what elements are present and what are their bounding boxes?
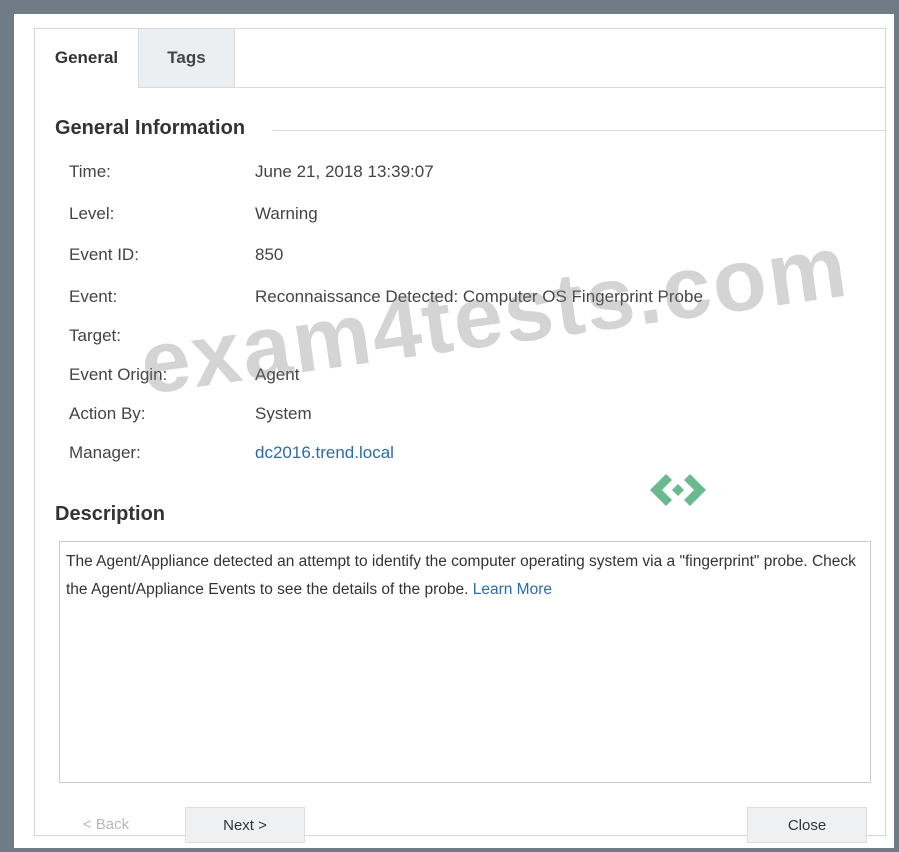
- description-heading: Description: [55, 503, 166, 525]
- tab-general[interactable]: General: [35, 29, 139, 88]
- time-label: Time:: [69, 162, 111, 181]
- event-origin-value: Agent: [255, 365, 300, 384]
- event-id-value: 850: [255, 245, 284, 264]
- tab-bar: General Tags: [35, 29, 885, 88]
- action-by-value: System: [255, 404, 312, 423]
- event-details-dialog: General Tags General Information Time: J…: [34, 28, 886, 843]
- event-origin-label: Event Origin:: [69, 365, 168, 384]
- event-label: Event:: [69, 287, 118, 306]
- general-information-heading: General Information: [55, 117, 246, 139]
- manager-label: Manager:: [69, 443, 141, 462]
- manager-link[interactable]: dc2016.trend.local: [255, 443, 394, 463]
- level-value: Warning: [255, 204, 318, 223]
- event-id-label: Event ID:: [69, 245, 139, 264]
- back-button[interactable]: < Back: [71, 807, 141, 843]
- description-box: The Agent/Appliance detected an attempt …: [59, 541, 871, 783]
- learn-more-link[interactable]: Learn More: [473, 581, 552, 598]
- level-label: Level:: [69, 204, 115, 223]
- action-by-label: Action By:: [69, 404, 146, 423]
- time-value: June 21, 2018 13:39:07: [255, 162, 434, 181]
- description-text: The Agent/Appliance detected an attempt …: [66, 553, 856, 598]
- target-label: Target:: [69, 326, 121, 345]
- tab-tags[interactable]: Tags: [139, 29, 235, 87]
- event-value: Reconnaissance Detected: Computer OS Fin…: [255, 287, 703, 306]
- section-divider: [273, 130, 885, 131]
- next-button[interactable]: Next >: [185, 807, 305, 843]
- window-frame: General Tags General Information Time: J…: [14, 14, 894, 848]
- close-button[interactable]: Close: [747, 807, 867, 843]
